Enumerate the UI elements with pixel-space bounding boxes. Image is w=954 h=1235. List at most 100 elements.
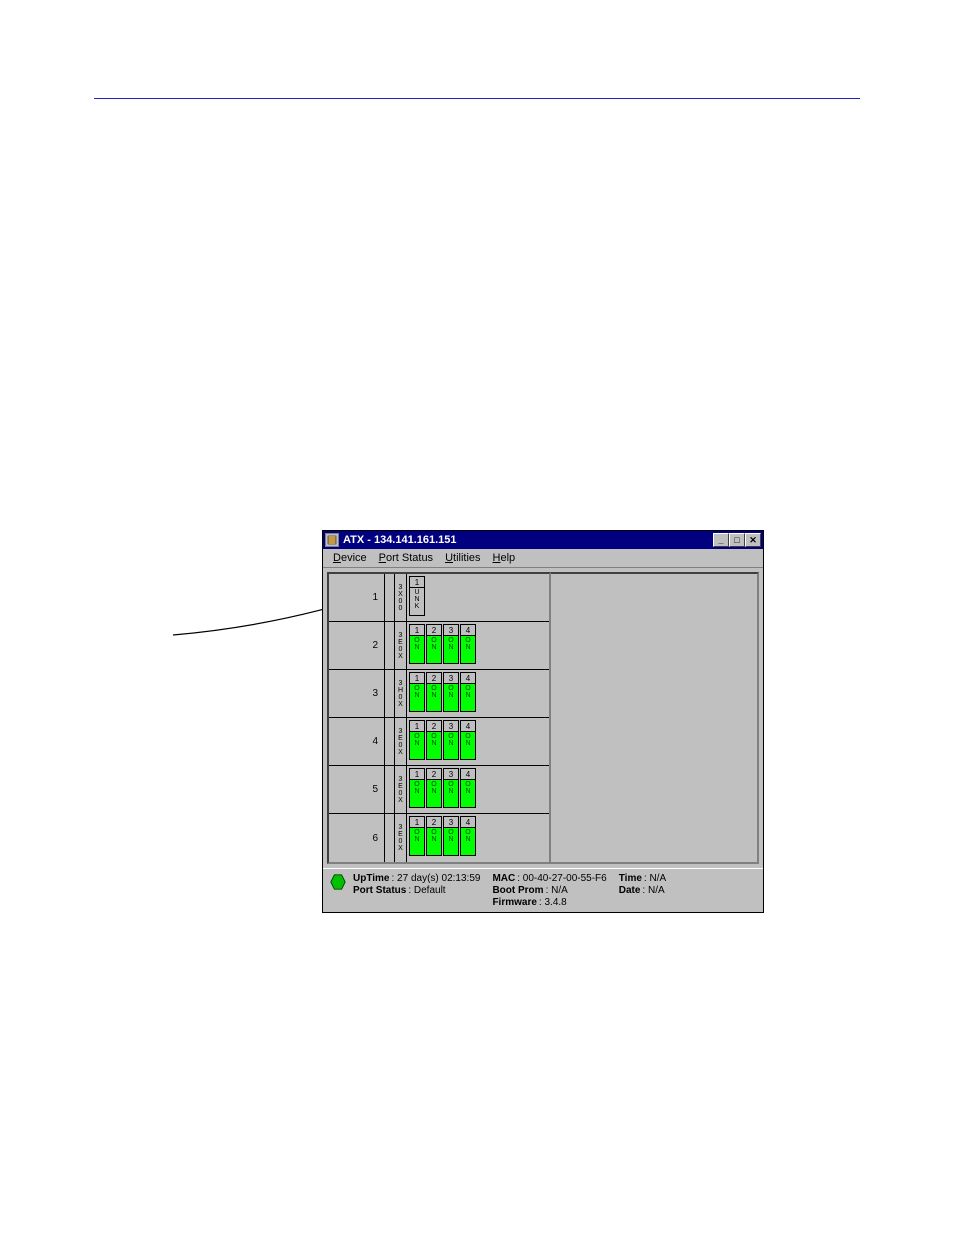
menu-label: evice xyxy=(341,552,367,564)
port-status: ON xyxy=(443,780,459,808)
menu-label: elp xyxy=(500,552,515,564)
port-status: ON xyxy=(443,828,459,856)
chassis-right-panel xyxy=(551,572,759,864)
slot-module[interactable]: 3X001UNK xyxy=(395,574,428,621)
time-label: Time xyxy=(619,873,642,884)
ports-area: 1ON2ON3ON4ON xyxy=(407,670,479,717)
portstatus-value: : Default xyxy=(408,885,445,896)
port[interactable]: 4ON xyxy=(460,624,476,667)
port-status: ON xyxy=(426,828,442,856)
slot-number: 3 xyxy=(329,670,385,717)
chassis: 13X001UNK23E0X1ON2ON3ON4ON33H0X1ON2ON3ON… xyxy=(327,572,551,864)
titlebar[interactable]: ATX - 134.141.161.151 _ □ ✕ xyxy=(323,531,763,549)
chassis-area: 13X001UNK23E0X1ON2ON3ON4ON33H0X1ON2ON3ON… xyxy=(323,568,763,868)
port-status: ON xyxy=(460,780,476,808)
slot-rest xyxy=(479,766,549,813)
port[interactable]: 3ON xyxy=(443,816,459,860)
module-label: 3E0X xyxy=(395,766,407,813)
menu-utilities[interactable]: Utilities xyxy=(439,551,486,565)
portstatus-label: Port Status xyxy=(353,885,406,896)
port-status: ON xyxy=(443,684,459,712)
port-number: 2 xyxy=(426,816,442,828)
port-status: ON xyxy=(460,732,476,760)
port[interactable]: 3ON xyxy=(443,672,459,715)
bootprom-value: : N/A xyxy=(546,885,568,896)
port-status: ON xyxy=(460,636,476,664)
slot-rest xyxy=(479,670,549,717)
port[interactable]: 1ON xyxy=(409,768,425,811)
port-number: 4 xyxy=(460,672,476,684)
port-status: ON xyxy=(426,732,442,760)
port-number: 3 xyxy=(443,720,459,732)
slot-row: 13X001UNK xyxy=(329,574,549,622)
status-led-icon xyxy=(329,873,347,891)
close-button[interactable]: ✕ xyxy=(745,533,761,547)
port-status: ON xyxy=(409,780,425,808)
port[interactable]: 4ON xyxy=(460,816,476,860)
slot-gap xyxy=(385,574,395,621)
ports-area: 1ON2ON3ON4ON xyxy=(407,718,479,765)
port-status: ON xyxy=(409,684,425,712)
port[interactable]: 2ON xyxy=(426,816,442,860)
port-status: ON xyxy=(409,828,425,856)
slot-gap xyxy=(385,814,395,862)
menu-port-status[interactable]: Port Status xyxy=(373,551,439,565)
module-label: 3H0X xyxy=(395,670,407,717)
port-number: 1 xyxy=(409,816,425,828)
time-value: : N/A xyxy=(644,873,666,884)
menu-device[interactable]: Device xyxy=(327,551,373,565)
port-number: 4 xyxy=(460,720,476,732)
port[interactable]: 3ON xyxy=(443,720,459,763)
maximize-button[interactable]: □ xyxy=(729,533,745,547)
port-number: 3 xyxy=(443,816,459,828)
menu-help[interactable]: Help xyxy=(487,551,522,565)
app-window: ATX - 134.141.161.151 _ □ ✕ Device Port … xyxy=(322,530,764,913)
minimize-button[interactable]: _ xyxy=(713,533,729,547)
slot-module[interactable]: 3E0X1ON2ON3ON4ON xyxy=(395,766,479,813)
port[interactable]: 1ON xyxy=(409,624,425,667)
slot-module[interactable]: 3E0X1ON2ON3ON4ON xyxy=(395,622,479,669)
port[interactable]: 4ON xyxy=(460,768,476,811)
slot-module[interactable]: 3E0X1ON2ON3ON4ON xyxy=(395,814,479,862)
app-icon xyxy=(325,533,339,547)
port[interactable]: 2ON xyxy=(426,624,442,667)
port-status: UNK xyxy=(409,588,425,616)
port[interactable]: 2ON xyxy=(426,720,442,763)
menu-label: tilities xyxy=(453,552,481,564)
slot-gap xyxy=(385,718,395,765)
slot-number: 2 xyxy=(329,622,385,669)
port-number: 3 xyxy=(443,624,459,636)
slot-row: 23E0X1ON2ON3ON4ON xyxy=(329,622,549,670)
port[interactable]: 2ON xyxy=(426,672,442,715)
port-number: 4 xyxy=(460,816,476,828)
port[interactable]: 4ON xyxy=(460,720,476,763)
port-number: 3 xyxy=(443,672,459,684)
port-status: ON xyxy=(443,732,459,760)
port[interactable]: 2ON xyxy=(426,768,442,811)
port[interactable]: 1ON xyxy=(409,816,425,860)
slot-gap xyxy=(385,670,395,717)
slot-module[interactable]: 3E0X1ON2ON3ON4ON xyxy=(395,718,479,765)
port-number: 2 xyxy=(426,672,442,684)
port-status: ON xyxy=(426,684,442,712)
mac-value: : 00-40-27-00-55-F6 xyxy=(517,873,607,884)
module-label: 3X00 xyxy=(395,574,407,621)
slot-module[interactable]: 3H0X1ON2ON3ON4ON xyxy=(395,670,479,717)
port-status: ON xyxy=(426,636,442,664)
port[interactable]: 3ON xyxy=(443,768,459,811)
port[interactable]: 4ON xyxy=(460,672,476,715)
ports-area: 1ON2ON3ON4ON xyxy=(407,622,479,669)
slot-rest xyxy=(479,718,549,765)
bootprom-label: Boot Prom xyxy=(492,885,543,896)
port[interactable]: 1ON xyxy=(409,720,425,763)
port-status: ON xyxy=(409,636,425,664)
port-status: ON xyxy=(460,684,476,712)
port[interactable]: 1ON xyxy=(409,672,425,715)
port-number: 2 xyxy=(426,720,442,732)
port[interactable]: 1UNK xyxy=(409,576,425,619)
slot-rest xyxy=(479,814,549,862)
slot-gap xyxy=(385,622,395,669)
port[interactable]: 3ON xyxy=(443,624,459,667)
module-label: 3E0X xyxy=(395,814,407,862)
module-label: 3E0X xyxy=(395,718,407,765)
